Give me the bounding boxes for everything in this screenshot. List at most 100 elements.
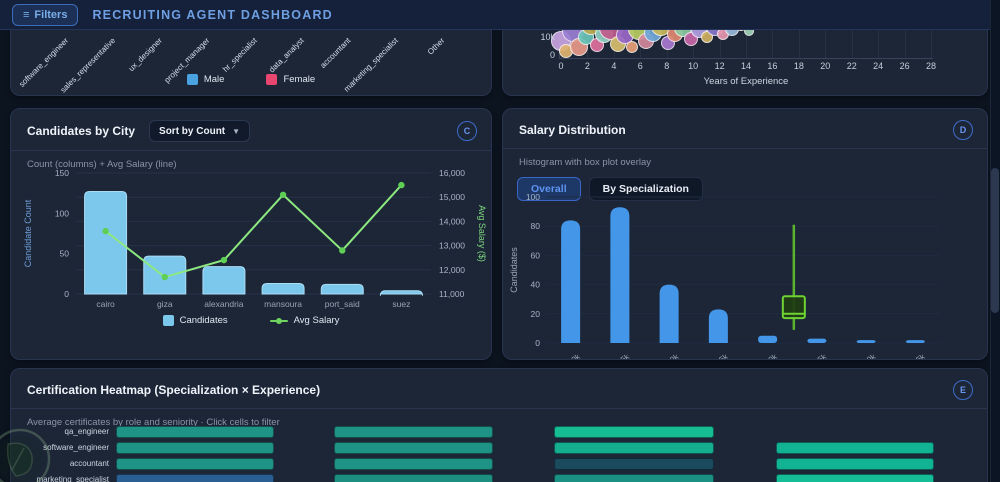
panel-badge-d[interactable]: D [953, 120, 973, 140]
panel-subtitle: Histogram with box plot overlay [519, 157, 651, 168]
heatmap-cell-accountant-c0[interactable] [116, 458, 274, 470]
panel-badge-c[interactable]: C [457, 121, 477, 141]
bar-port_said[interactable] [320, 283, 364, 295]
legend-item-candidates[interactable]: Candidates [162, 315, 228, 326]
heatmap-cell-marketing_specialist-c2[interactable] [554, 474, 714, 482]
heatmap-row-label-software_engineer: software_engineer [43, 443, 109, 452]
legend-line-marker [269, 317, 288, 325]
legend-square-marker [162, 315, 174, 326]
panel-title: Salary Distribution [519, 123, 626, 137]
legend-item-male[interactable]: Male [186, 74, 225, 85]
x-label-35k - 40k: 35k - 40k [845, 352, 878, 360]
x-axis-label-hr_specialist: hr_specialist [220, 36, 259, 74]
line-point-alexandria[interactable] [220, 256, 228, 264]
x-tick-28: 28 [926, 61, 937, 71]
line-point-giza[interactable] [161, 273, 168, 281]
panel-title: Certification Heatmap (Specialization × … [27, 383, 321, 397]
x-tick-6: 6 [637, 61, 643, 71]
y-axis-title: Candidates [509, 247, 519, 293]
page-title: RECRUITING AGENT DASHBOARD [92, 7, 333, 22]
bar-suez[interactable] [379, 290, 423, 296]
hist-bar-30k - 35k[interactable] [807, 338, 827, 343]
filters-button-label: Filters [34, 8, 68, 21]
x-tick-16: 16 [767, 61, 778, 71]
sort-dropdown[interactable]: Sort by Count ▼ [149, 120, 251, 142]
left-tick-100: 100 [55, 208, 69, 218]
x-tick-4: 4 [611, 61, 617, 71]
x-label-alexandria: alexandria [204, 299, 243, 309]
sort-dropdown-label: Sort by Count [159, 125, 226, 137]
legend-item-female[interactable]: Female [266, 74, 315, 85]
panel-salary-distribution: Salary Distribution D Histogram with box… [502, 108, 988, 360]
scatter-bubble[interactable] [626, 41, 638, 53]
left-tick-0: 0 [64, 289, 69, 299]
filters-button[interactable]: ≡ Filters [12, 3, 79, 26]
y-tick-40: 40 [531, 280, 541, 290]
x-tick-20: 20 [820, 61, 831, 71]
y-tick-20: 20 [531, 309, 541, 319]
legend-item-avg-salary[interactable]: Avg Salary [269, 315, 339, 326]
heatmap-cell-software_engineer-c1[interactable] [334, 442, 493, 454]
hist-bar-20k - 25k[interactable] [708, 309, 728, 343]
x-label-cairo: cairo [96, 299, 115, 309]
heatmap-cell-qa_engineer-c0[interactable] [116, 426, 274, 438]
heatmap-row-label-accountant: accountant [69, 459, 109, 468]
boxplot-box[interactable] [781, 295, 806, 320]
left-tick-50: 50 [60, 249, 70, 259]
line-point-port_said[interactable] [339, 247, 346, 254]
x-axis-line [559, 58, 933, 59]
right-tick-14000: 14,000 [439, 216, 465, 226]
x-label-20k - 25k: 20k - 25k [697, 352, 730, 360]
bar-alexandria[interactable] [202, 266, 246, 295]
hist-bar-5k - 10k[interactable] [561, 220, 581, 343]
right-axis-title: Avg Salary ($) [477, 205, 487, 262]
menu-icon: ≡ [23, 8, 30, 21]
heatmap-cell-software_engineer-c0[interactable] [116, 442, 274, 454]
scrollbar-thumb[interactable] [991, 168, 999, 313]
heatmap-cell-qa_engineer-c2[interactable] [554, 426, 714, 438]
y-tick-100: 100 [526, 192, 540, 202]
x-label-giza: giza [157, 299, 173, 309]
hist-bar-15k - 20k[interactable] [659, 284, 679, 343]
right-tick-16000: 16,000 [439, 168, 465, 178]
x-tick-0: 0 [558, 61, 564, 71]
y-tick-0: 0 [535, 338, 540, 348]
panel-badge-e[interactable]: E [953, 380, 973, 400]
heatmap-cell-accountant-c1[interactable] [334, 458, 493, 470]
heatmap-cell-marketing_specialist-c0[interactable] [116, 474, 274, 482]
bar-mansoura[interactable] [261, 283, 305, 295]
scrollbar-track[interactable] [990, 0, 1000, 482]
city-chart-legend[interactable]: Candidates Avg Salary [11, 315, 491, 326]
x-label-15k - 20k: 15k - 20k [648, 352, 681, 360]
hist-bar-35k - 40k[interactable] [856, 340, 876, 343]
heatmap-cell-accountant-c3[interactable] [776, 458, 934, 470]
gender-legend[interactable]: Male Female [11, 74, 491, 85]
line-point-mansoura[interactable] [279, 191, 287, 198]
x-label-5k - 10k: 5k - 10k [553, 352, 582, 360]
line-point-cairo[interactable] [102, 227, 109, 235]
hist-bar-25k - 30k[interactable] [758, 335, 778, 343]
x-axis-label-ux_designer: ux_designer [127, 36, 165, 74]
heatmap-cell-software_engineer-c3[interactable] [776, 442, 934, 454]
hist-bar-10k - 15k[interactable] [610, 207, 630, 343]
x-tick-14: 14 [740, 61, 751, 71]
city-bar-line-chart: 11,000 12,000 13,000 14,000 15,000 16,000 0 50 1… [23, 168, 487, 309]
x-tick-24: 24 [873, 61, 884, 71]
chevron-down-icon: ▼ [232, 126, 241, 136]
heatmap-cell-marketing_specialist-c1[interactable] [334, 474, 493, 482]
x-axis-title: Years of Experience [703, 76, 789, 87]
x-tick-12: 12 [714, 61, 725, 71]
heatmap-cell-software_engineer-c2[interactable] [554, 442, 714, 454]
heatmap-cell-accountant-c2[interactable] [554, 458, 714, 470]
legend-label: Male [203, 74, 225, 85]
hist-bar-40k - 45k[interactable] [905, 340, 925, 343]
heatmap-row-label-qa_engineer: qa_engineer [64, 427, 109, 436]
y-tick-10k: 10k [540, 32, 555, 42]
heatmap-cell-marketing_specialist-c3[interactable] [776, 474, 934, 482]
line-point-suez[interactable] [398, 181, 405, 189]
right-tick-15000: 15,000 [439, 192, 465, 202]
legend-label: Candidates [179, 315, 228, 326]
x-axis-label-accountant: accountant [318, 36, 353, 71]
left-axis-title: Candidate Count [23, 199, 33, 267]
heatmap-cell-qa_engineer-c1[interactable] [334, 426, 493, 438]
